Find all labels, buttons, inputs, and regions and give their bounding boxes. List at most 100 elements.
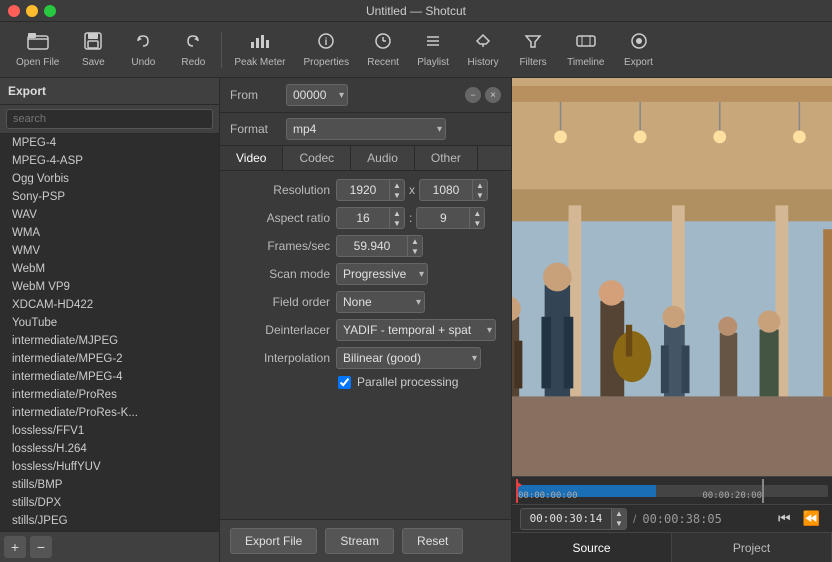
- list-item[interactable]: lossless/FFV1: [0, 422, 219, 440]
- timecode-arrows: ▲ ▼: [611, 509, 626, 529]
- toolbar-recent[interactable]: Recent: [359, 28, 407, 72]
- format-label: Format: [230, 122, 280, 136]
- panel-close-button[interactable]: ×: [485, 87, 501, 103]
- add-format-button[interactable]: +: [4, 536, 26, 558]
- resolution-height-input[interactable]: [420, 181, 472, 199]
- scan-mode-select[interactable]: Progressive Interlaced: [336, 263, 428, 285]
- list-item[interactable]: MPEG-4: [0, 134, 219, 152]
- toolbar-history-label: History: [468, 57, 499, 68]
- transport-skip-back[interactable]: ⏪: [799, 508, 824, 529]
- toolbar-save[interactable]: Save: [69, 28, 117, 72]
- export-file-button[interactable]: Export File: [230, 528, 317, 554]
- toolbar-open-file[interactable]: Open File: [8, 28, 67, 72]
- timecode-down[interactable]: ▼: [612, 519, 626, 529]
- toolbar-peak-meter[interactable]: Peak Meter: [226, 28, 293, 72]
- toolbar-filters[interactable]: Filters: [509, 28, 557, 72]
- tab-source[interactable]: Source: [512, 533, 672, 562]
- tab-video[interactable]: Video: [220, 146, 283, 170]
- tab-codec[interactable]: Codec: [283, 146, 351, 170]
- deinterlacer-row: Deinterlacer YADIF - temporal + spat YAD…: [230, 319, 501, 341]
- aspect-h-arrows: ▲ ▼: [469, 208, 484, 228]
- list-item[interactable]: stills/JPEG: [0, 512, 219, 530]
- tab-audio[interactable]: Audio: [351, 146, 415, 170]
- maximize-button[interactable]: [44, 5, 56, 17]
- aspect-h-up[interactable]: ▲: [470, 208, 484, 218]
- toolbar-redo[interactable]: Redo: [169, 28, 217, 72]
- fps-input[interactable]: [337, 237, 407, 255]
- toolbar-history[interactable]: History: [459, 28, 507, 72]
- resolution-height-down[interactable]: ▼: [473, 190, 487, 200]
- from-select[interactable]: 00000 clip: [286, 84, 348, 106]
- toolbar-undo-label: Undo: [131, 57, 155, 68]
- format-select-wrapper: mp4 avi mkv: [286, 118, 446, 140]
- list-item[interactable]: lossless/HuffYUV: [0, 458, 219, 476]
- field-order-select[interactable]: None Top first Bottom first: [336, 291, 425, 313]
- panel-minimize-button[interactable]: −: [465, 87, 481, 103]
- aspect-w-arrows: ▲ ▼: [389, 208, 404, 228]
- tab-project[interactable]: Project: [672, 533, 832, 562]
- video-settings-grid: Resolution ▲ ▼ x ▲ ▼: [220, 171, 511, 519]
- fps-down[interactable]: ▼: [408, 246, 422, 256]
- toolbar-timeline[interactable]: Timeline: [559, 28, 612, 72]
- list-item[interactable]: YouTube: [0, 314, 219, 332]
- resolution-width-up[interactable]: ▲: [390, 180, 404, 190]
- toolbar-properties[interactable]: i Properties: [296, 28, 358, 72]
- list-item[interactable]: intermediate/MPEG-2: [0, 350, 219, 368]
- video-preview: [512, 78, 832, 476]
- from-label: From: [230, 88, 280, 102]
- tab-other[interactable]: Other: [415, 146, 478, 170]
- list-item[interactable]: WMA: [0, 224, 219, 242]
- list-item[interactable]: WMV: [0, 242, 219, 260]
- close-button[interactable]: [8, 5, 20, 17]
- parallel-processing-label[interactable]: Parallel processing: [357, 375, 458, 389]
- aspect-ratio-row: Aspect ratio ▲ ▼ : ▲ ▼: [230, 207, 501, 229]
- list-item[interactable]: WebM VP9: [0, 278, 219, 296]
- timecode-spinner: ▲ ▼: [520, 508, 627, 530]
- aspect-h-input[interactable]: [417, 209, 469, 227]
- list-item[interactable]: intermediate/ProRes: [0, 386, 219, 404]
- stream-button[interactable]: Stream: [325, 528, 394, 554]
- remove-format-button[interactable]: −: [30, 536, 52, 558]
- list-item[interactable]: WAV: [0, 206, 219, 224]
- format-list: MPEG-4 MPEG-4-ASP Ogg Vorbis Sony-PSP WA…: [0, 134, 219, 531]
- undo-icon: [134, 32, 152, 55]
- resolution-height-arrows: ▲ ▼: [472, 180, 487, 200]
- list-item[interactable]: Sony-PSP: [0, 188, 219, 206]
- transport-buttons: ⏮ ⏪: [774, 508, 824, 529]
- list-item[interactable]: stills/BMP: [0, 476, 219, 494]
- resolution-width-down[interactable]: ▼: [390, 190, 404, 200]
- transport-skip-start[interactable]: ⏮: [774, 508, 795, 529]
- timeline-bar[interactable]: 00:00:00:00 00:00:20:00: [512, 476, 832, 504]
- aspect-w-down[interactable]: ▼: [390, 218, 404, 228]
- toolbar-timeline-label: Timeline: [567, 57, 604, 68]
- aspect-h-down[interactable]: ▼: [470, 218, 484, 228]
- toolbar-undo[interactable]: Undo: [119, 28, 167, 72]
- deinterlacer-select[interactable]: YADIF - temporal + spat YADIF - temporal…: [336, 319, 496, 341]
- timecode-input[interactable]: [521, 510, 611, 527]
- list-item[interactable]: lossless/H.264: [0, 440, 219, 458]
- toolbar-export[interactable]: Export: [615, 28, 663, 72]
- timecode-separator: /: [633, 512, 636, 526]
- interpolation-select[interactable]: Bilinear (good) Nearest (fast) Bicubic (…: [336, 347, 481, 369]
- list-item[interactable]: MPEG-4-ASP: [0, 152, 219, 170]
- list-item[interactable]: Ogg Vorbis: [0, 170, 219, 188]
- scan-mode-row: Scan mode Progressive Interlaced: [230, 263, 501, 285]
- reset-button[interactable]: Reset: [402, 528, 463, 554]
- resolution-height-up[interactable]: ▲: [473, 180, 487, 190]
- list-item[interactable]: stills/DPX: [0, 494, 219, 512]
- search-input[interactable]: [6, 109, 213, 129]
- timecode-up[interactable]: ▲: [612, 509, 626, 519]
- list-item[interactable]: intermediate/MJPEG: [0, 332, 219, 350]
- list-item[interactable]: intermediate/ProRes-K...: [0, 404, 219, 422]
- format-select[interactable]: mp4 avi mkv: [286, 118, 446, 140]
- fps-up[interactable]: ▲: [408, 236, 422, 246]
- toolbar-playlist[interactable]: Playlist: [409, 28, 457, 72]
- resolution-width-input[interactable]: [337, 181, 389, 199]
- list-item[interactable]: intermediate/MPEG-4: [0, 368, 219, 386]
- parallel-processing-checkbox[interactable]: [338, 376, 351, 389]
- minimize-button[interactable]: [26, 5, 38, 17]
- list-item[interactable]: XDCAM-HD422: [0, 296, 219, 314]
- aspect-w-up[interactable]: ▲: [390, 208, 404, 218]
- aspect-w-input[interactable]: [337, 209, 389, 227]
- list-item[interactable]: WebM: [0, 260, 219, 278]
